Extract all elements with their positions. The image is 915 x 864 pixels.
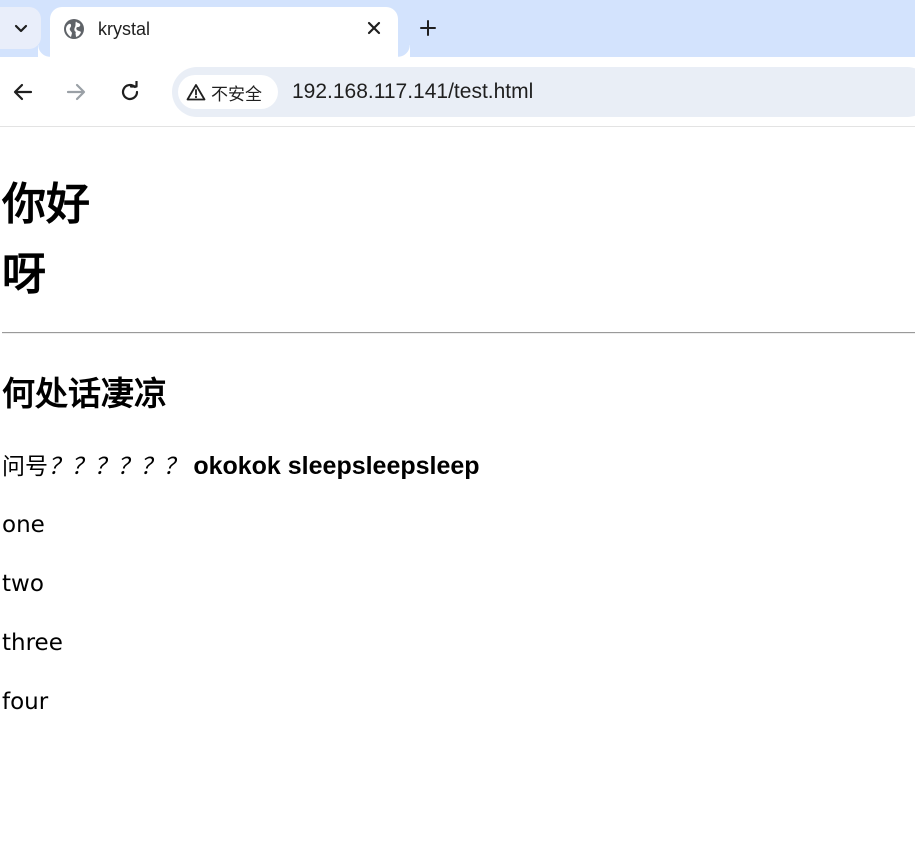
close-tab-button[interactable]	[362, 16, 386, 40]
tab-search-button[interactable]	[0, 7, 41, 49]
globe-icon	[64, 19, 84, 39]
tab-title: krystal	[98, 19, 151, 39]
paragraph-two: two	[2, 571, 44, 597]
security-label: 不安全	[211, 84, 262, 105]
reload-icon	[121, 81, 139, 101]
heading-line-2: 呀	[2, 249, 46, 300]
paragraph-one: one	[2, 512, 45, 538]
main-heading: 你好 呀	[2, 170, 122, 310]
back-button[interactable]	[10, 79, 36, 105]
forward-button[interactable]	[63, 79, 89, 105]
question-prefix: 问号	[2, 454, 48, 480]
sub-heading: 何处话凄凉	[2, 374, 167, 413]
address-bar[interactable]: 不安全 192.168.117.141/test.html	[172, 67, 915, 117]
bold-text: okokok sleepsleepsleep	[193, 452, 480, 480]
active-tab[interactable]: krystal	[50, 7, 410, 57]
paragraph-four: four	[2, 689, 49, 715]
new-tab-button[interactable]	[414, 14, 442, 42]
arrow-right-icon	[66, 83, 86, 101]
chevron-down-icon	[14, 24, 27, 33]
question-marks: ？？？？？？	[48, 454, 186, 480]
question-paragraph: 问号？？？？？？ okokok sleepsleepsleep	[2, 451, 480, 482]
reload-button[interactable]	[117, 79, 143, 105]
heading-line-1: 你好	[2, 179, 90, 230]
paragraph-three: three	[2, 630, 63, 656]
warning-icon	[186, 84, 206, 101]
security-chip[interactable]: 不安全	[178, 75, 278, 109]
horizontal-rule	[2, 332, 915, 334]
close-icon	[367, 21, 381, 35]
plus-icon	[420, 20, 436, 36]
browser-toolbar: 不安全 192.168.117.141/test.html	[0, 57, 915, 127]
url-text[interactable]: 192.168.117.141/test.html	[292, 80, 533, 104]
tab-strip: krystal	[0, 0, 915, 57]
arrow-left-icon	[13, 83, 33, 101]
page-content: 你好 呀 何处话凄凉 问号？？？？？？ okokok sleepsleepsle…	[0, 128, 915, 864]
